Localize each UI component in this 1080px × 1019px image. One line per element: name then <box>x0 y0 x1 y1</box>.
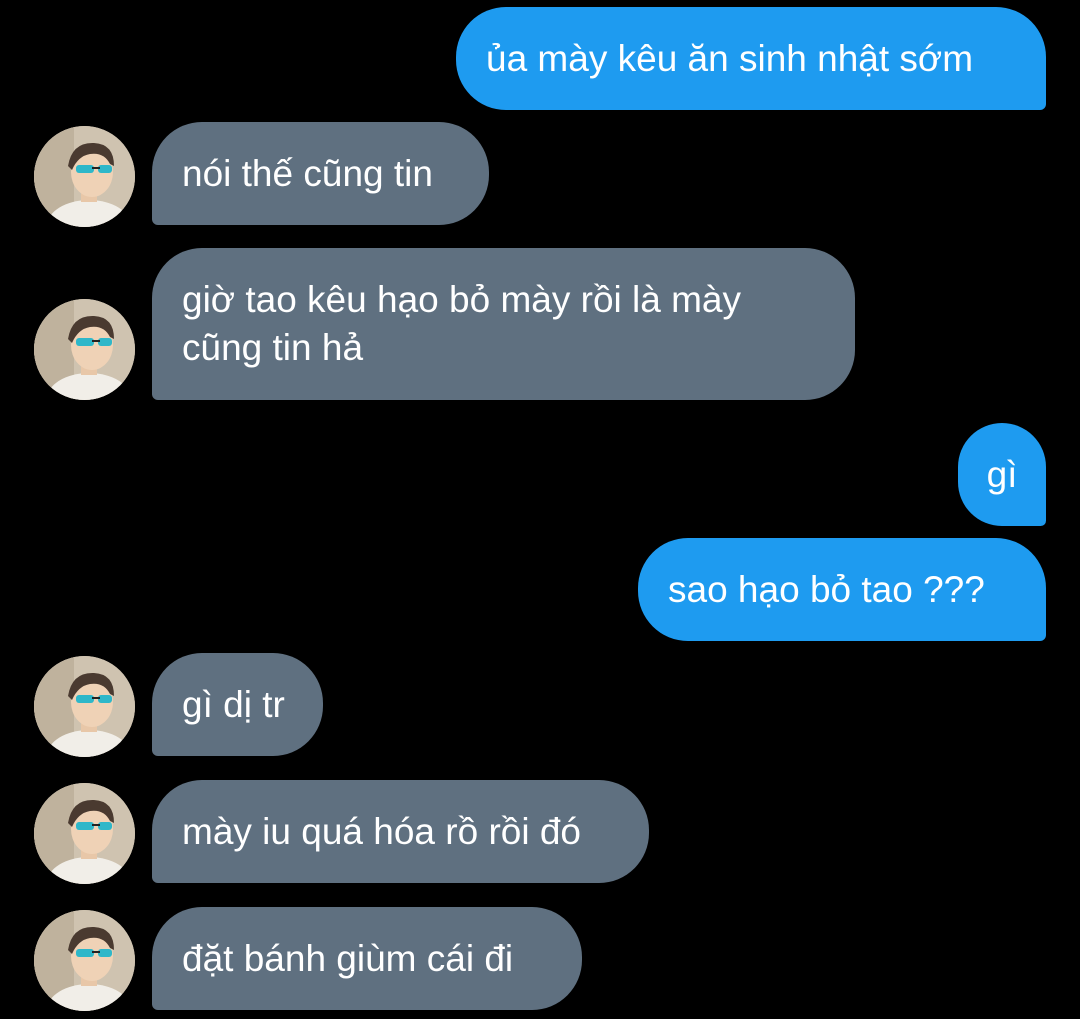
person-avatar-icon <box>34 910 135 1011</box>
message-text: ủa mày kêu ăn sinh nhật sớm <box>486 37 974 79</box>
person-avatar-icon <box>34 783 135 884</box>
message-bubble-received[interactable]: gì dị tr <box>152 653 323 756</box>
contact-avatar[interactable] <box>34 910 135 1011</box>
message-text: gì <box>986 453 1018 495</box>
contact-avatar[interactable] <box>34 126 135 227</box>
message-text: gì dị tr <box>182 683 285 725</box>
person-avatar-icon <box>34 656 135 757</box>
message-bubble-received[interactable]: đặt bánh giùm cái đi <box>152 907 582 1010</box>
message-text: nói thế cũng tin <box>182 152 433 194</box>
person-avatar-icon <box>34 299 135 400</box>
message-bubble-sent[interactable]: gì <box>958 423 1046 526</box>
person-avatar-icon <box>34 126 135 227</box>
contact-avatar[interactable] <box>34 299 135 400</box>
message-bubble-sent[interactable]: sao hạo bỏ tao ??? <box>638 538 1046 641</box>
contact-avatar[interactable] <box>34 783 135 884</box>
message-bubble-received[interactable]: mày iu quá hóa rồ rồi đó <box>152 780 649 883</box>
message-bubble-sent[interactable]: ủa mày kêu ăn sinh nhật sớm <box>456 7 1046 110</box>
message-text: mày iu quá hóa rồ rồi đó <box>182 810 582 852</box>
message-text: sao hạo bỏ tao ??? <box>668 568 985 610</box>
message-text: đặt bánh giùm cái đi <box>182 937 514 979</box>
message-text: giờ tao kêu hạo bỏ mày rồi là mày cũng t… <box>182 279 741 368</box>
message-bubble-received[interactable]: nói thế cũng tin <box>152 122 489 225</box>
message-bubble-received[interactable]: giờ tao kêu hạo bỏ mày rồi là mày cũng t… <box>152 248 855 400</box>
contact-avatar[interactable] <box>34 656 135 757</box>
chat-thread[interactable]: ủa mày kêu ăn sinh nhật sớm nói thế cũng… <box>0 0 1080 1019</box>
